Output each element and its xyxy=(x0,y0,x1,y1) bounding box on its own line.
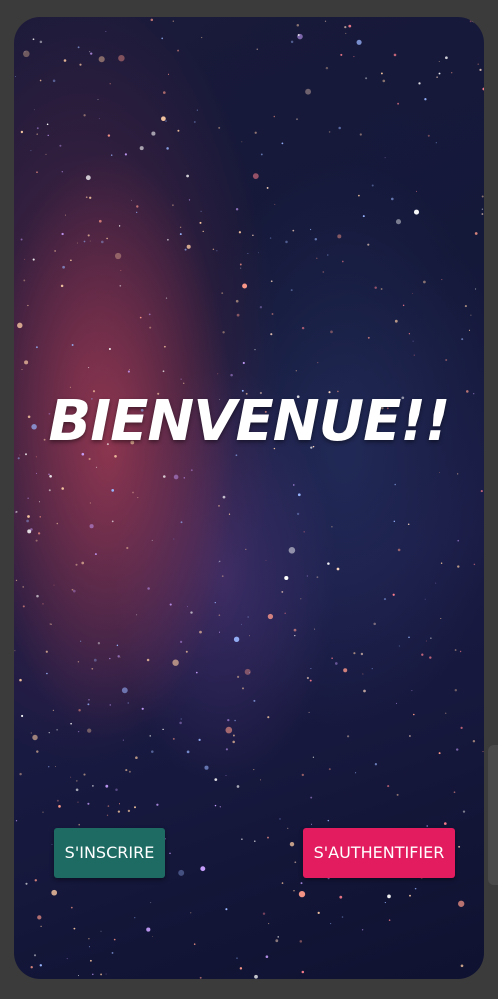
register-button[interactable]: S'INSCRIRE xyxy=(54,828,165,878)
welcome-title: BIENVENUE!! xyxy=(48,389,451,454)
login-button[interactable]: S'AUTHENTIFIER xyxy=(303,828,455,878)
app-screen: BIENVENUE!! S'INSCRIRE S'AUTHENTIFIER xyxy=(14,17,484,979)
device-frame: BIENVENUE!! S'INSCRIRE S'AUTHENTIFIER xyxy=(0,0,498,999)
side-panel-handle[interactable] xyxy=(488,745,498,885)
